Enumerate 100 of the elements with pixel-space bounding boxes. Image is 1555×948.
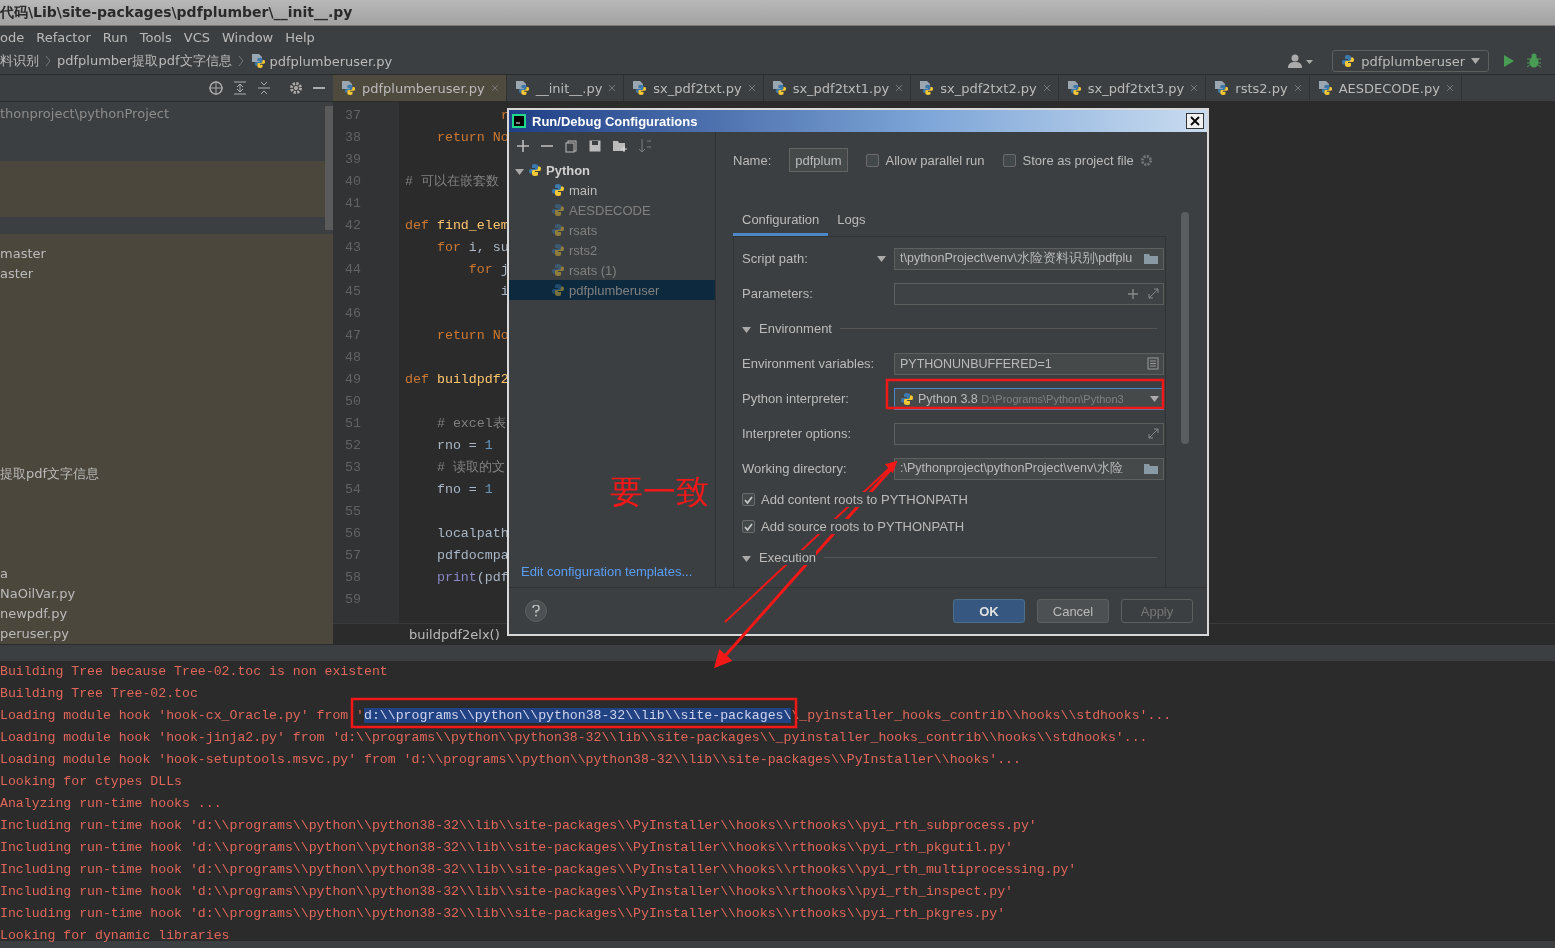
breadcrumb-item[interactable]: pdfplumberuser.py	[269, 53, 393, 69]
tree-item[interactable]: Python	[546, 162, 591, 178]
working-directory-field[interactable]: :\Pythonproject\pythonProject\venv\水险	[894, 457, 1164, 480]
python-file-icon	[513, 80, 530, 96]
scrollbar[interactable]	[325, 106, 333, 230]
editor-tab[interactable]: sx_pdf2txt3.py	[1058, 75, 1207, 101]
tree-item[interactable]: aster	[0, 264, 34, 284]
folder-icon[interactable]	[613, 140, 627, 152]
python-file-icon	[340, 80, 356, 96]
dialog-tab[interactable]: Logs	[828, 206, 875, 236]
copy-icon[interactable]	[565, 139, 577, 153]
field-label: Interpreter options:	[742, 426, 853, 441]
chevron-icon	[237, 56, 244, 66]
tree-item[interactable]: NaOilVar.py	[0, 584, 76, 604]
editor-tab[interactable]: sx_pdf2txt2.py	[911, 75, 1059, 101]
checkbox-label: Allow parallel run	[885, 152, 985, 168]
tree-item[interactable]: a	[0, 564, 8, 584]
app-icon	[512, 114, 526, 128]
close-button[interactable]	[1186, 113, 1204, 129]
run-configuration-dropdown[interactable]: pdfplumberuser	[1332, 50, 1489, 72]
dialog-tab[interactable]: Configuration	[733, 206, 829, 236]
interpreter-options-field[interactable]	[894, 422, 1164, 445]
menu-item[interactable]: VCS	[183, 29, 210, 45]
close-icon[interactable]	[1190, 84, 1199, 92]
python-file-icon	[249, 53, 266, 69]
checkbox[interactable]	[865, 153, 879, 167]
python-icon	[551, 183, 565, 197]
tree-item[interactable]: newpdf.py	[0, 604, 68, 624]
checkbox[interactable]	[742, 493, 755, 506]
target-icon[interactable]	[209, 81, 223, 95]
code-breadcrumb[interactable]: buildpdf2elx()	[409, 626, 500, 642]
parameters-field[interactable]	[894, 282, 1164, 305]
editor-tab[interactable]: AESDECODE.py	[1309, 75, 1462, 101]
caret-icon	[1150, 395, 1159, 402]
help-icon[interactable]	[532, 605, 540, 617]
templates-link[interactable]: Edit configuration templates...	[521, 564, 693, 579]
close-icon[interactable]	[1042, 84, 1051, 92]
close-icon[interactable]	[608, 84, 617, 92]
dialog-button[interactable]: OK	[953, 599, 1025, 623]
close-icon[interactable]	[895, 84, 904, 92]
tree-item[interactable]: main	[569, 182, 598, 198]
console-line: Building Tree Tree-02.toc	[0, 685, 198, 703]
sort-icon[interactable]	[639, 139, 651, 153]
folder-icon[interactable]	[1143, 252, 1159, 265]
menu-item[interactable]: Tools	[139, 29, 172, 45]
console-line: Analyzing run-time hooks ...	[0, 795, 222, 813]
collapse-all-icon[interactable]	[257, 81, 271, 95]
menu-item[interactable]: Run	[102, 29, 128, 45]
settings-icon[interactable]	[1139, 153, 1153, 167]
editor-tab[interactable]: rsts2.py	[1206, 75, 1310, 101]
close-icon[interactable]	[747, 84, 756, 92]
section-header[interactable]: Execution	[759, 550, 817, 565]
console-line: Including run-time hook 'd:\\programs\\python\\python38-32\\lib\\site-packages\\PyInstaller\\hooks\\rthooks\\pyi_rth_pkgres.py'	[0, 905, 1006, 923]
run-icon[interactable]	[1503, 54, 1515, 68]
code-line: # 读取的文	[435, 459, 505, 477]
python-file-icon	[1213, 80, 1230, 96]
editor-tab[interactable]: __init__.py	[506, 75, 625, 101]
document-icon[interactable]	[1147, 357, 1159, 370]
breadcrumb-item[interactable]: 料识别	[0, 52, 39, 70]
expand-all-icon[interactable]	[233, 81, 247, 95]
breadcrumb-item[interactable]: pdfplumber提取pdf文字信息	[57, 52, 232, 70]
menu-item[interactable]: Help	[285, 29, 315, 45]
dialog-button[interactable]: Cancel	[1037, 599, 1109, 623]
plus-icon[interactable]	[1128, 288, 1138, 299]
code-line: rno = 1	[435, 437, 493, 455]
menu-item[interactable]: Refactor	[36, 29, 91, 45]
menu-item[interactable]: Window	[221, 29, 274, 45]
close-icon[interactable]	[490, 84, 499, 92]
add-icon[interactable]	[517, 140, 529, 152]
save-icon[interactable]	[589, 140, 601, 152]
expand-icon[interactable]	[1148, 288, 1159, 299]
window-title: 代码\Lib\site-packages\pdfplumber\__init__.py	[0, 3, 353, 22]
code-line: i	[499, 283, 509, 301]
user-icon[interactable]	[1288, 54, 1315, 68]
close-icon[interactable]	[1445, 84, 1454, 92]
menu-item[interactable]: ode	[0, 29, 25, 45]
expand-icon[interactable]	[1148, 428, 1159, 439]
field-label: Name:	[733, 152, 772, 168]
console-line: Including run-time hook 'd:\\programs\\python\\python38-32\\lib\\site-packages\\PyInstaller\\hooks\\rthooks\\pyi_rth_multiprocessing.py'	[0, 861, 1077, 879]
close-icon[interactable]	[1293, 84, 1302, 92]
code-line: # excel表	[435, 415, 506, 433]
editor-tab[interactable]: sx_pdf2txt1.py	[763, 75, 912, 101]
checkbox[interactable]	[742, 520, 755, 533]
editor-tab[interactable]: pdfplumberuser.py	[333, 75, 507, 101]
tree-item[interactable]: peruser.py	[0, 624, 69, 644]
tree-item[interactable]: master	[0, 244, 46, 264]
checkbox[interactable]	[1002, 153, 1016, 167]
python-file-icon	[1316, 80, 1333, 96]
help-button[interactable]	[525, 600, 547, 622]
environment-variables-field[interactable]: PYTHONUNBUFFERED=1	[894, 352, 1164, 375]
section-header[interactable]: Environment	[759, 321, 832, 336]
editor-tab[interactable]: sx_pdf2txt.py	[624, 75, 764, 101]
scrollbar[interactable]	[1181, 212, 1189, 444]
script-path-field[interactable]: t\pythonProject\venv\水险资料识别\pdfplu	[894, 247, 1164, 270]
tree-item[interactable]: 提取pdf文字信息	[0, 464, 100, 484]
bug-icon[interactable]	[1527, 53, 1541, 69]
name-field[interactable]: pdfplum	[789, 148, 848, 172]
folder-icon[interactable]	[1143, 462, 1159, 475]
interpreter-dropdown[interactable]: Python 3.8 D:\Programs\Python\Python3	[894, 387, 1164, 410]
settings-icon[interactable]	[289, 81, 303, 95]
